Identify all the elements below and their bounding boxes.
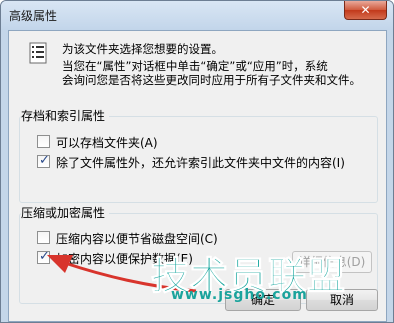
info-text-line-1: 为该文件夹选择您想要的设置。 <box>62 42 223 56</box>
close-button[interactable]: ✕ <box>344 1 387 20</box>
folder-properties-icon <box>29 42 47 64</box>
archive-checkbox[interactable] <box>37 135 50 148</box>
checkmark-icon: ✓ <box>39 153 50 168</box>
archive-group-title: 存档和索引属性 <box>21 107 110 124</box>
close-icon: ✕ <box>360 3 371 17</box>
advanced-attributes-dialog: 高级属性 ✕ 为该文件夹选择您想要的设置。 当您在“属性”对话框中单击“确定”或… <box>0 0 394 323</box>
title-bar[interactable]: 高级属性 ✕ <box>1 1 393 30</box>
archive-checkbox-label: 可以存档文件夹(A) <box>56 136 158 150</box>
info-text-line-3: 会询问您是否将这些更改同时应用于所有子文件夹和文件。 <box>62 73 361 87</box>
window-title: 高级属性 <box>9 9 58 23</box>
watermark-url: www.jsgho.com <box>171 287 308 303</box>
archive-index-group: 存档和索引属性 可以存档文件夹(A) ✓ 除了文件属性外，还允许索引此文件夹中文… <box>19 107 378 203</box>
index-checkbox[interactable]: ✓ <box>37 153 50 168</box>
compress-group-title: 压缩或加密属性 <box>21 204 110 221</box>
watermark-logo: 技术员联盟 www.jsgho.com <box>150 245 371 305</box>
index-checkbox-label: 除了文件属性外，还允许索引此文件夹中文件的内容(I) <box>56 156 345 170</box>
